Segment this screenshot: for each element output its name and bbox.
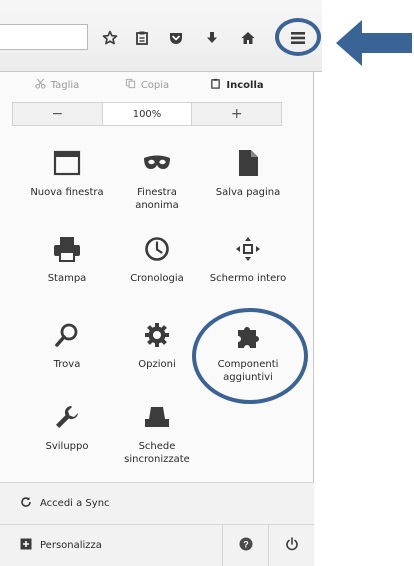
find-label: Trova <box>53 359 81 370</box>
copy-label: Copia <box>140 79 170 91</box>
print-button[interactable]: Stampa <box>22 234 112 285</box>
svg-text:?: ? <box>243 540 249 550</box>
fullscreen-button[interactable]: Schermo intero <box>203 234 293 285</box>
paste-label: Incolla <box>226 79 264 91</box>
scissors-icon <box>35 78 46 92</box>
printer-icon <box>52 234 82 264</box>
private-window-button[interactable]: Finestra anonima <box>112 148 202 212</box>
cut-label: Taglia <box>50 79 80 91</box>
sync-icon <box>20 496 32 511</box>
fullscreen-icon <box>233 234 263 264</box>
cut-button[interactable]: Taglia <box>12 72 102 98</box>
magnifier-icon <box>52 320 82 350</box>
star-icon[interactable] <box>98 26 122 50</box>
browser-toolbar <box>0 0 322 72</box>
zoom-out-button[interactable]: − <box>13 103 102 125</box>
help-button[interactable]: ? <box>222 525 268 566</box>
gear-icon <box>142 320 172 350</box>
zoom-in-button[interactable]: + <box>192 103 282 125</box>
quit-button[interactable] <box>268 525 314 566</box>
synced-tabs-label: Schede sincronizzate <box>124 441 190 465</box>
history-label: Cronologia <box>130 273 184 284</box>
copy-button[interactable]: Copia <box>102 72 192 98</box>
page-icon <box>233 148 263 178</box>
options-button[interactable]: Opzioni <box>112 320 202 371</box>
wrench-icon <box>52 402 82 432</box>
clock-icon <box>142 234 172 264</box>
save-page-label: Salva pagina <box>215 187 281 198</box>
url-bar[interactable] <box>0 24 88 50</box>
zoom-reset-button[interactable]: 100% <box>101 103 193 125</box>
sync-row[interactable]: Accedi a Sync <box>0 482 314 524</box>
edit-controls: Taglia Copia Incolla <box>12 72 282 98</box>
home-icon[interactable] <box>236 26 260 50</box>
download-icon[interactable] <box>200 26 224 50</box>
menu-panel: Taglia Copia Incolla − 100% + Nuova fine… <box>0 72 314 566</box>
customize-row: Personalizza ? <box>0 524 314 566</box>
new-window-button[interactable]: Nuova finestra <box>22 148 112 199</box>
private-window-label: Finestra anonima <box>135 187 179 211</box>
mask-icon <box>142 148 172 178</box>
customize-label: Personalizza <box>40 540 102 551</box>
synced-tabs-icon <box>142 402 172 432</box>
addons-highlight <box>192 308 308 404</box>
copy-icon <box>125 78 136 92</box>
power-icon <box>285 537 299 554</box>
callout-arrow-icon <box>334 16 414 74</box>
menu-button-highlight <box>275 18 321 56</box>
paste-button[interactable]: Incolla <box>192 72 282 98</box>
find-button[interactable]: Trova <box>22 320 112 371</box>
customize-plus-icon <box>20 538 32 553</box>
print-label: Stampa <box>47 273 87 284</box>
paste-icon <box>210 78 221 92</box>
clipboard-icon[interactable] <box>130 26 154 50</box>
customize-button[interactable]: Personalizza <box>0 525 222 566</box>
save-page-button[interactable]: Salva pagina <box>203 148 293 199</box>
help-icon: ? <box>239 537 253 554</box>
options-label: Opzioni <box>138 359 176 370</box>
new-window-label: Nuova finestra <box>30 187 104 198</box>
window-icon <box>52 148 82 178</box>
fullscreen-label: Schermo intero <box>209 273 287 284</box>
developer-button[interactable]: Sviluppo <box>22 402 112 453</box>
developer-label: Sviluppo <box>45 441 89 452</box>
pocket-icon[interactable] <box>164 26 188 50</box>
zoom-controls: − 100% + <box>12 102 282 126</box>
history-button[interactable]: Cronologia <box>112 234 202 285</box>
synced-tabs-button[interactable]: Schede sincronizzate <box>112 402 202 466</box>
sync-label: Accedi a Sync <box>40 498 110 509</box>
